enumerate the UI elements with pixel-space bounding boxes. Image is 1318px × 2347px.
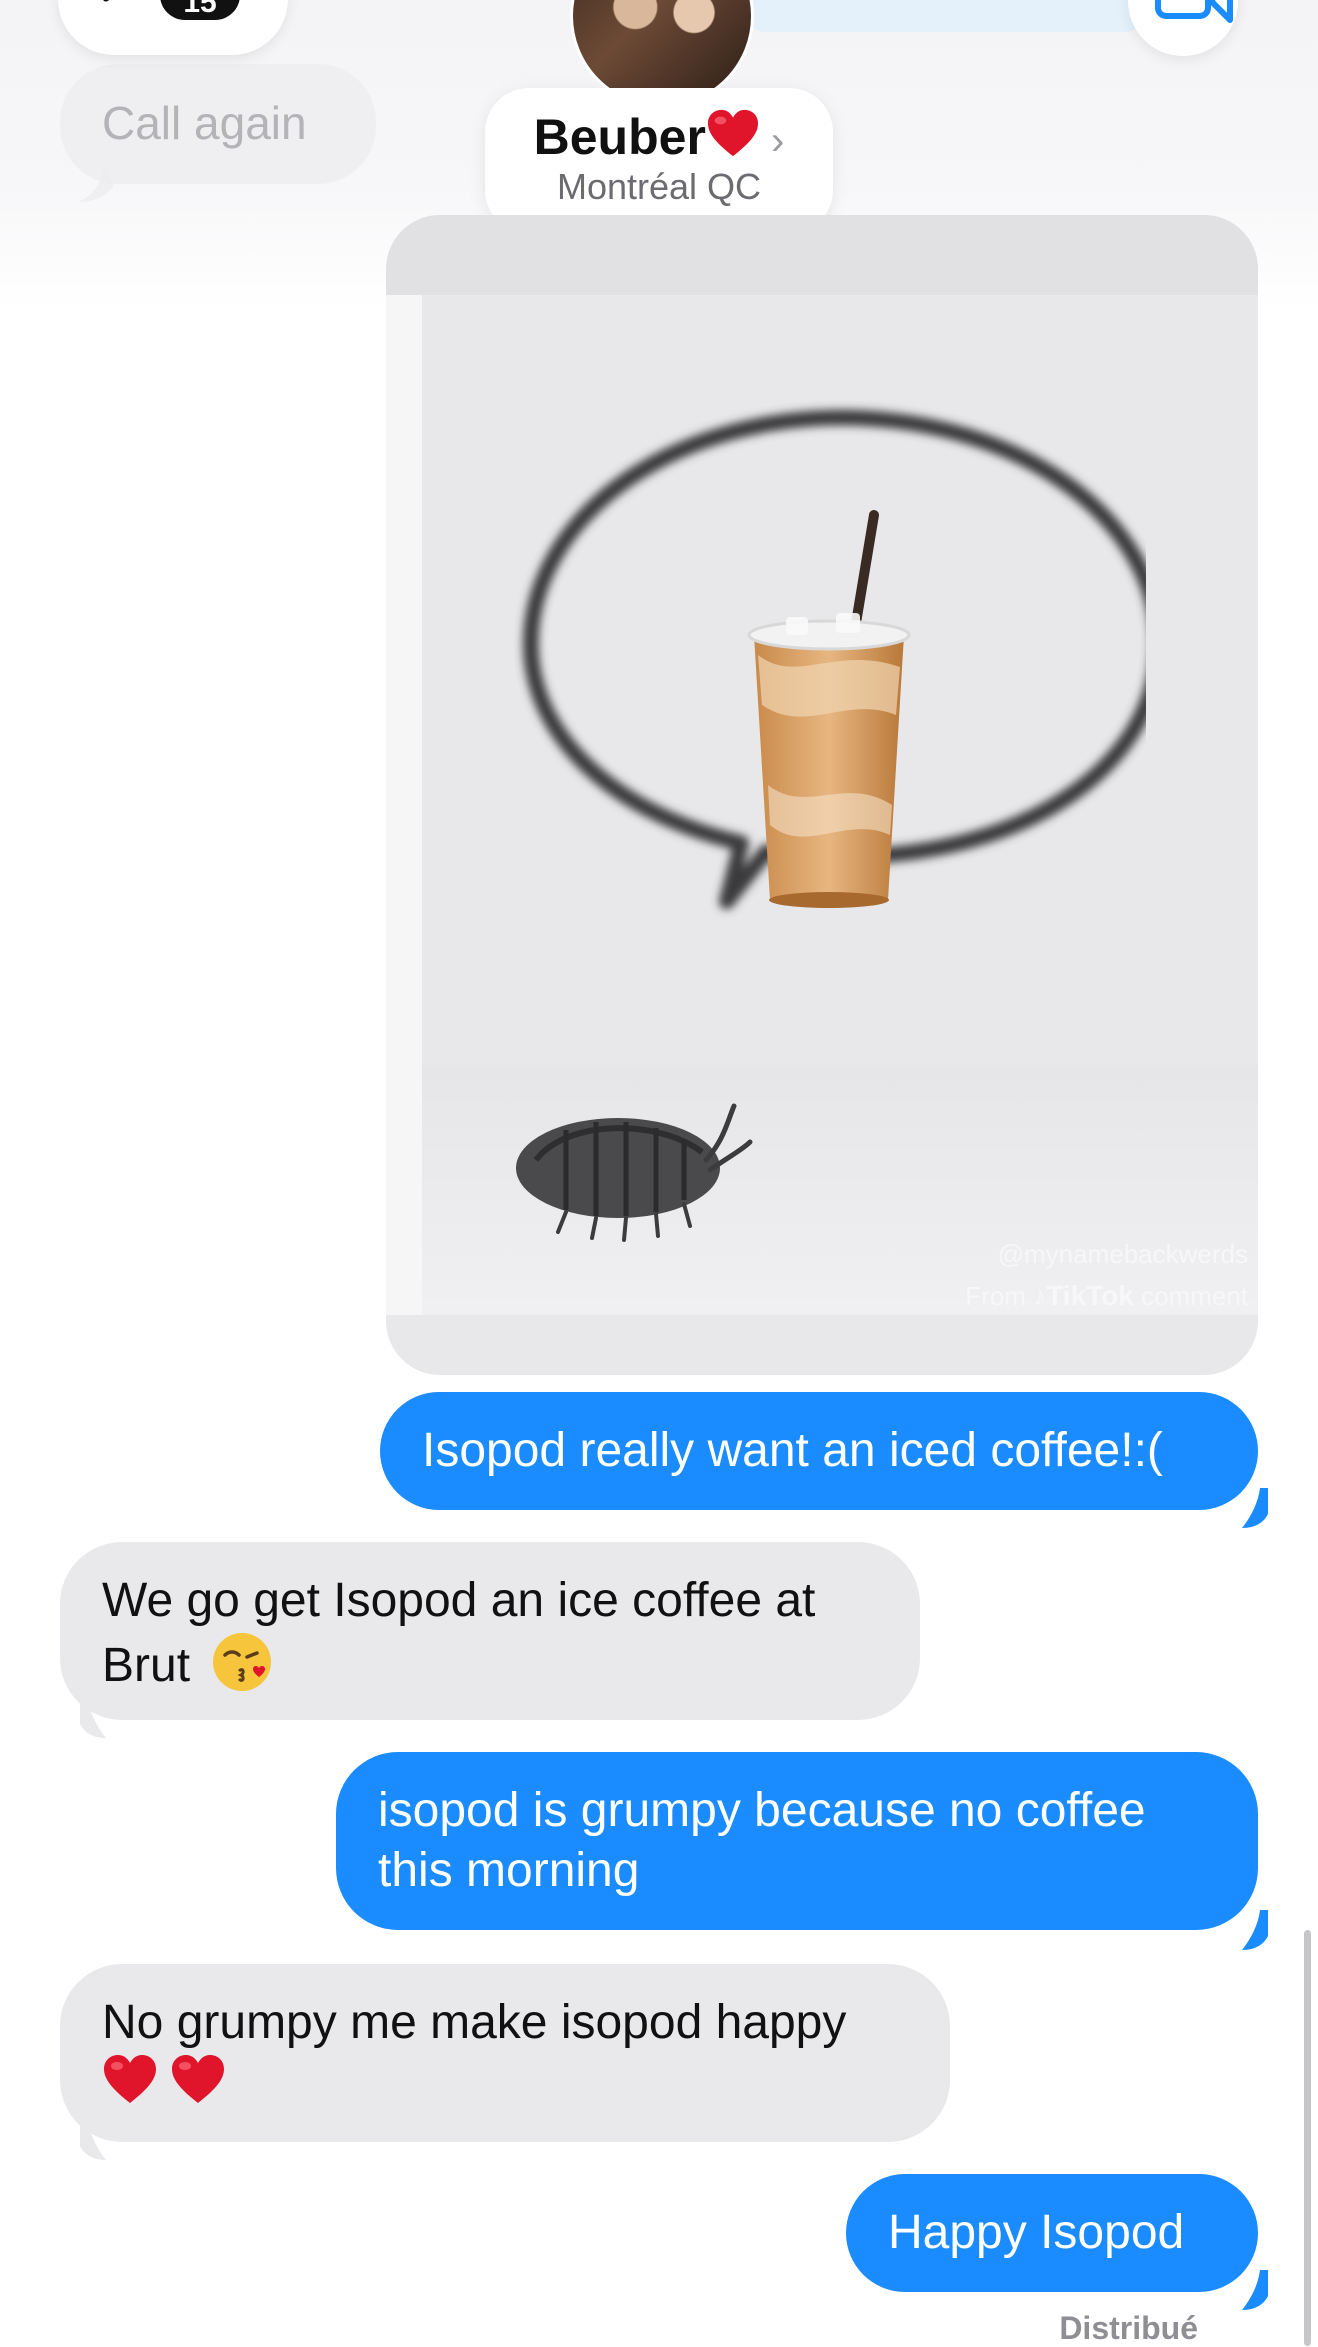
watermark-brand: TikTok xyxy=(1046,1280,1134,1311)
attachment-left-strip xyxy=(386,295,422,1315)
tiktok-logo-icon: ♪ xyxy=(1033,1281,1047,1311)
kissing-heart-emoji xyxy=(213,1633,272,1691)
received-bubble-tail xyxy=(80,2120,106,2160)
message-bubble-received[interactable]: We go get Isopod an ice coffee at Brut xyxy=(60,1542,920,1720)
watermark-from: From xyxy=(965,1281,1026,1311)
heart-emoji xyxy=(707,109,758,157)
message-bubble-received[interactable]: No grumpy me make isopod happy xyxy=(60,1964,950,2142)
message-text: We go get Isopod an ice coffee at Brut xyxy=(60,1542,920,1696)
two-red-hearts-emoji xyxy=(102,2055,238,2110)
red-heart-emoji xyxy=(104,2055,156,2103)
attachment-top-band xyxy=(386,215,1258,295)
message-bubble-sent[interactable]: Isopod really want an iced coffee!:( xyxy=(380,1392,1258,1510)
watermark-suffix: comment xyxy=(1141,1281,1248,1311)
contact-header-card[interactable]: Beuber › Montréal QC xyxy=(485,88,833,234)
message-text: isopod is grumpy because no coffee this … xyxy=(378,1784,1146,1897)
chevron-left-icon xyxy=(103,0,110,2)
chevron-right-icon: › xyxy=(759,119,785,163)
contact-location: Montréal QC xyxy=(556,166,762,207)
video-camera-icon xyxy=(1155,0,1233,23)
contact-name: Beuber xyxy=(533,109,706,165)
message-text-content: We go get Isopod an ice coffee at Brut xyxy=(102,1574,816,1692)
previous-message-text: Call again xyxy=(102,97,307,149)
message-text: Happy Isopod xyxy=(888,2206,1185,2259)
message-text-content: No grumpy me make isopod happy xyxy=(102,1996,847,2049)
thought-bubble-illustration xyxy=(516,409,1146,1242)
scrollbar[interactable] xyxy=(1304,1930,1311,2346)
contact-name-line: Beuber › xyxy=(485,108,833,166)
received-bubble-tail xyxy=(80,1698,106,1738)
red-heart-emoji xyxy=(172,2055,224,2103)
watermark-handle: @mynamebackwerds xyxy=(997,1239,1248,1269)
tiktok-watermark: @mynamebackwerds From ♪TikTok comment xyxy=(965,1233,1248,1317)
message-text: Isopod really want an iced coffee!:( xyxy=(422,1424,1163,1477)
sent-bubble-tail xyxy=(1242,1488,1268,1528)
image-attachment[interactable]: @mynamebackwerds From ♪TikTok comment xyxy=(386,215,1258,1375)
header-center-strip xyxy=(745,0,1145,32)
message-text: No grumpy me make isopod happy xyxy=(60,1964,950,2114)
previous-message-tail xyxy=(78,166,114,202)
delivery-status: Distribué xyxy=(1059,2310,1198,2346)
sent-bubble-tail xyxy=(1242,2270,1268,2310)
sent-bubble-tail xyxy=(1242,1910,1268,1950)
watermark-source-line: From ♪TikTok comment xyxy=(965,1275,1248,1317)
message-bubble-sent[interactable]: Happy Isopod xyxy=(846,2174,1258,2292)
message-bubble-sent[interactable]: isopod is grumpy because no coffee this … xyxy=(336,1752,1258,1930)
